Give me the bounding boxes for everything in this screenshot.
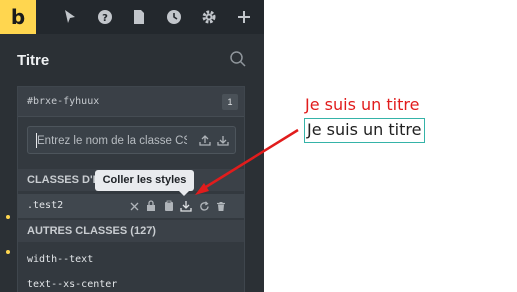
top-toolbar: b ? [0, 0, 264, 34]
class-row-active[interactable]: .test2 [18, 194, 244, 218]
trash-icon[interactable] [215, 199, 227, 213]
indicator-dot [6, 215, 10, 219]
active-classes-heading: CLASSES D'É [27, 174, 100, 186]
download-icon[interactable] [216, 133, 230, 147]
element-id: #brxe-fyhuux [27, 96, 100, 107]
bricks-logo[interactable]: b [0, 0, 36, 34]
search-icon[interactable] [229, 50, 247, 68]
list-item[interactable]: width--text [27, 254, 93, 265]
canvas-top [264, 0, 517, 34]
upload-icon[interactable] [198, 133, 212, 147]
svg-text:?: ? [102, 13, 108, 24]
class-count-badge: 1 [222, 94, 238, 110]
list-item[interactable]: text--xs-center [27, 279, 117, 290]
class-name: .test2 [27, 200, 64, 211]
add-icon[interactable] [234, 7, 254, 27]
help-icon[interactable]: ? [95, 7, 115, 27]
popup-header: #brxe-fyhuux 1 [18, 87, 244, 117]
indicator-dot [6, 250, 10, 254]
paste-styles-tooltip: Coller les styles [95, 170, 194, 196]
settings-icon[interactable] [199, 7, 219, 27]
class-name-input[interactable] [37, 133, 187, 148]
history-icon[interactable] [164, 7, 184, 27]
class-name-field[interactable] [27, 126, 236, 154]
close-icon[interactable] [128, 199, 140, 213]
page-icon[interactable] [129, 7, 149, 27]
cursor-icon[interactable] [60, 7, 80, 27]
paste-styles-icon[interactable] [180, 199, 192, 213]
other-classes-section: AUTRES CLASSES (127) [18, 220, 244, 242]
reset-icon[interactable] [198, 199, 210, 213]
builder-canvas [264, 34, 517, 292]
copy-styles-icon[interactable] [163, 199, 175, 213]
annotation-heading: Je suis un titre [305, 95, 420, 114]
panel-title: Titre [17, 52, 50, 69]
selected-heading[interactable]: Je suis un titre [304, 118, 426, 143]
other-classes-heading: AUTRES CLASSES (127) [27, 225, 156, 237]
lock-icon[interactable] [145, 199, 157, 213]
